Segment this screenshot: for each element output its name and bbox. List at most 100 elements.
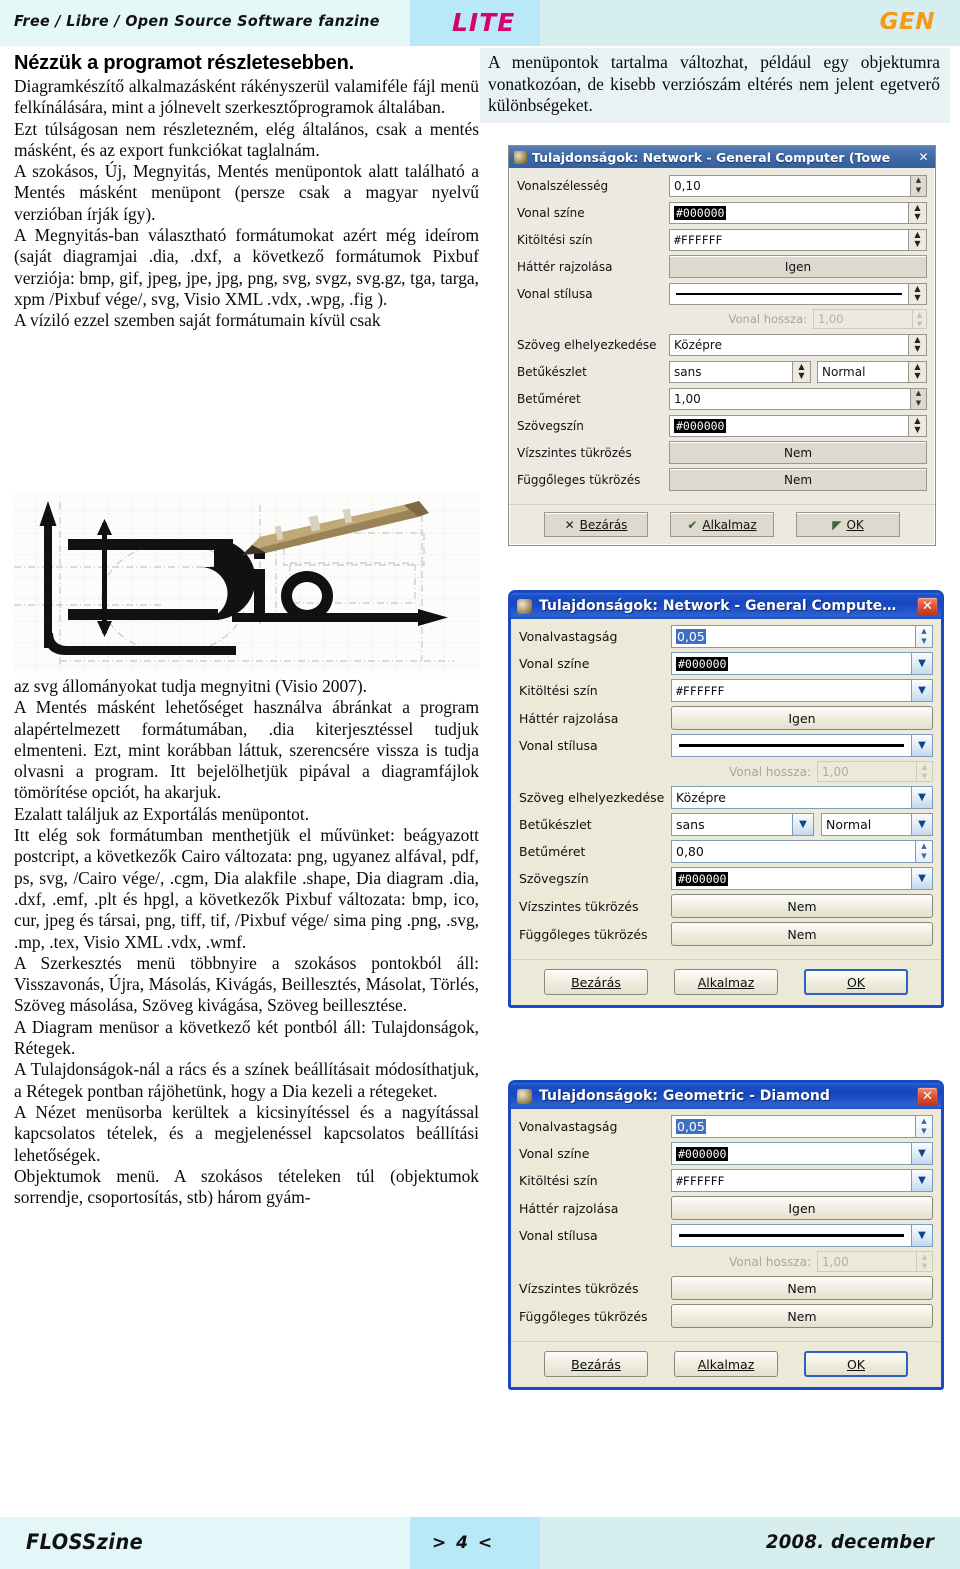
line-width-stepper[interactable]: ▲ ▼ — [911, 174, 927, 197]
line-color-input[interactable]: #000000 — [669, 201, 909, 224]
line-length-input[interactable]: 1,00 — [817, 761, 917, 782]
field-label: Betűkészlet — [519, 817, 592, 832]
properties-dialog-network-xp[interactable]: Tulajdonságok: Network - General Compute… — [508, 590, 944, 1008]
draw-background-toggle[interactable]: Igen — [671, 1196, 933, 1220]
line-thickness-input[interactable]: 0,05 — [671, 1115, 916, 1138]
font-size-input[interactable]: 1,00 — [669, 387, 911, 410]
close-icon[interactable]: ✕ — [917, 1086, 938, 1106]
line-style-preview[interactable] — [671, 1224, 912, 1247]
text-alignment-select[interactable]: Középre — [669, 333, 909, 356]
close-icon[interactable]: ✕ — [915, 149, 932, 165]
dialog3-title: Tulajdonságok: Geometric - Diamond — [539, 1088, 830, 1104]
line-thickness-stepper[interactable]: ▲ ▼ — [916, 1115, 933, 1138]
text-alignment-select[interactable]: Középre — [671, 786, 912, 809]
field-row-line-style: Vonal stílusa ▼ — [519, 734, 933, 757]
field-row-line-color: Vonal színe #000000 ▼ — [519, 652, 933, 675]
line-length-stepper[interactable]: ▲ ▼ — [913, 309, 927, 329]
line-width-input[interactable]: 0,10 — [669, 174, 911, 197]
dialog2-titlebar[interactable]: Tulajdonságok: Network - General Compute… — [511, 593, 941, 619]
app-icon — [517, 1088, 532, 1104]
chevron-down-icon[interactable]: ▼ — [912, 786, 933, 809]
article-paragraph: Itt elég sok formátumban menthetjük el m… — [14, 825, 479, 952]
chevron-down-icon[interactable]: ▼ — [912, 1142, 933, 1165]
ok-button[interactable]: OK — [804, 969, 908, 995]
line-length-stepper[interactable]: ▲ ▼ — [917, 761, 933, 782]
flip-horizontal-toggle[interactable]: Nem — [669, 441, 927, 464]
font-style-select[interactable]: Normal — [817, 360, 909, 383]
text-color-input[interactable]: #000000 — [669, 414, 909, 437]
field-label: Függőleges tükrözés — [519, 926, 648, 942]
flip-vertical-toggle[interactable]: Nem — [669, 468, 927, 491]
font-style-select[interactable]: Normal — [821, 813, 912, 836]
chevron-down-icon[interactable]: ▼ — [912, 1169, 933, 1192]
flip-horizontal-toggle[interactable]: Nem — [671, 894, 933, 918]
dialog1-title: Tulajdonságok: Network - General Compute… — [532, 149, 891, 165]
app-icon — [517, 598, 532, 614]
chevron-updown-icon[interactable]: ▲ ▼ — [909, 201, 927, 224]
line-thickness-input[interactable]: 0,05 — [671, 625, 916, 648]
chevron-updown-icon[interactable]: ▲ ▼ — [909, 333, 927, 356]
fill-color-input[interactable]: #FFFFFF — [669, 228, 909, 251]
dialog1-titlebar[interactable]: Tulajdonságok: Network - General Compute… — [509, 146, 935, 168]
font-size-stepper[interactable]: ▲ ▼ — [916, 840, 933, 863]
chevron-down-icon[interactable]: ▼ — [912, 679, 933, 702]
font-family-select[interactable]: sans — [669, 360, 793, 383]
close-icon[interactable]: ✕ — [917, 596, 938, 616]
field-label: Vonal stílusa — [517, 286, 593, 301]
properties-dialog-network-gtk[interactable]: Tulajdonságok: Network - General Compute… — [508, 145, 936, 546]
close-button[interactable]: Bezárás — [544, 969, 648, 995]
field-label: Szöveg elhelyezkedése — [519, 790, 665, 805]
chevron-updown-icon[interactable]: ▲ ▼ — [909, 228, 927, 251]
font-size-stepper[interactable]: ▲ ▼ — [911, 387, 927, 410]
field-label: Vonal színe — [517, 205, 585, 220]
flip-vertical-toggle[interactable]: Nem — [671, 1304, 933, 1328]
close-button[interactable]: Bezárás — [544, 1351, 648, 1377]
apply-button[interactable]: Alkalmaz — [674, 969, 778, 995]
apply-button[interactable]: Alkalmaz — [674, 1351, 778, 1377]
properties-dialog-geometric-diamond[interactable]: Tulajdonságok: Geometric - Diamond ✕ Von… — [508, 1080, 944, 1390]
chevron-updown-icon[interactable]: ▲ ▼ — [909, 360, 927, 383]
chevron-down-icon[interactable]: ▼ — [912, 867, 933, 890]
ok-icon: ◤ — [832, 517, 842, 532]
line-length-stepper[interactable]: ▲ ▼ — [917, 1251, 933, 1272]
flip-horizontal-toggle[interactable]: Nem — [671, 1276, 933, 1300]
chevron-down-icon[interactable]: ▼ — [793, 813, 814, 836]
field-row-flip-vertical: Függőleges tükrözés Nem — [517, 468, 927, 491]
chevron-down-icon[interactable]: ▼ — [912, 652, 933, 675]
close-x-icon: ✕ — [564, 517, 575, 532]
line-color-input[interactable]: #000000 — [671, 1142, 912, 1165]
apply-button[interactable]: ✔ Alkalmaz — [670, 512, 774, 537]
line-length-input[interactable]: 1,00 — [813, 309, 913, 329]
ok-button[interactable]: ◤ OK — [796, 512, 900, 537]
chevron-updown-icon[interactable]: ▲ ▼ — [909, 414, 927, 437]
field-label: Háttér rajzolása — [517, 259, 613, 274]
chevron-down-icon[interactable]: ▼ — [912, 813, 933, 836]
fill-color-input[interactable]: #FFFFFF — [671, 679, 912, 702]
field-label: Vonalszélesség — [517, 178, 609, 193]
article-paragraph: A Szerkesztés menü többnyire a szokásos … — [14, 952, 479, 1016]
line-color-input[interactable]: #000000 — [671, 652, 912, 675]
line-style-preview[interactable] — [671, 734, 912, 757]
dia-logo-svg — [14, 493, 479, 673]
chevron-down-icon[interactable]: ▼ — [912, 734, 933, 757]
fill-color-input[interactable]: #FFFFFF — [671, 1169, 912, 1192]
flip-vertical-toggle[interactable]: Nem — [671, 922, 933, 946]
chevron-down-icon[interactable]: ▼ — [912, 1224, 933, 1247]
dialog3-titlebar[interactable]: Tulajdonságok: Geometric - Diamond ✕ — [511, 1083, 941, 1109]
chevron-updown-icon[interactable]: ▲ ▼ — [793, 360, 811, 383]
field-row-fill-color: Kitöltési szín #FFFFFF ▼ — [519, 1169, 933, 1192]
field-label: Szövegszín — [517, 418, 584, 433]
draw-background-toggle[interactable]: Igen — [671, 706, 933, 730]
line-thickness-stepper[interactable]: ▲ ▼ — [916, 625, 933, 648]
text-color-input[interactable]: #000000 — [671, 867, 912, 890]
font-family-select[interactable]: sans — [671, 813, 793, 836]
intro-text: A menüpontok tartalma változhat, például… — [488, 52, 940, 115]
article-paragraph: A Diagram menüsor a következő két pontbó… — [14, 1016, 479, 1059]
close-button[interactable]: ✕ Bezárás — [544, 512, 648, 537]
line-length-input[interactable]: 1,00 — [817, 1251, 917, 1272]
line-style-preview[interactable] — [669, 282, 909, 305]
draw-background-toggle[interactable]: Igen — [669, 255, 927, 278]
font-size-input[interactable]: 0,80 — [671, 840, 916, 863]
ok-button[interactable]: OK — [804, 1351, 908, 1377]
chevron-updown-icon[interactable]: ▲ ▼ — [909, 282, 927, 305]
